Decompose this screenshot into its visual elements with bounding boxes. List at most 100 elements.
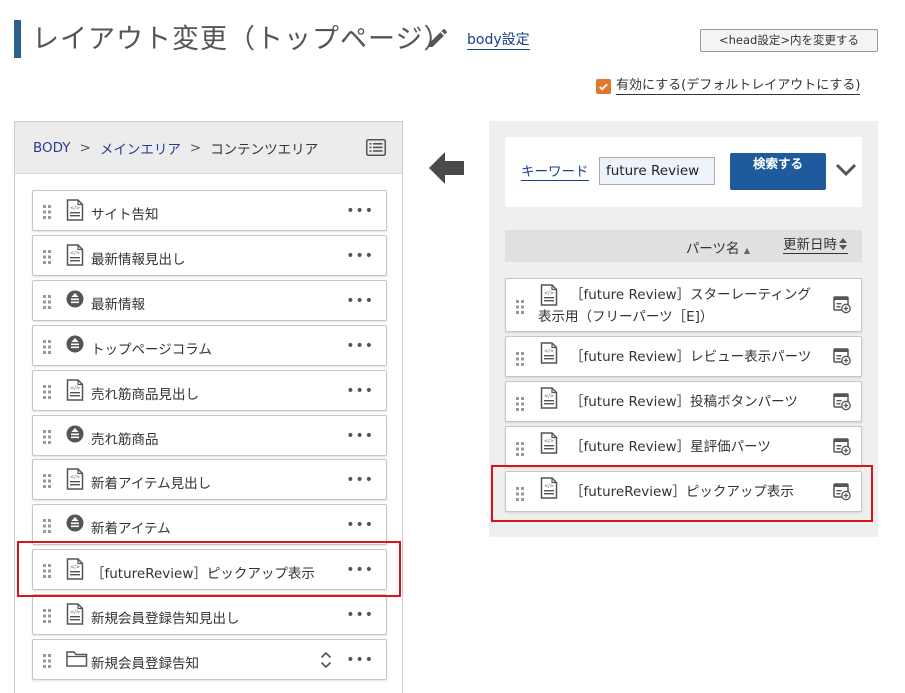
search-result-item[interactable]: </> ［future Review］レビュー表示パーツ [505,336,862,377]
component-circle-icon [66,513,84,535]
chevron-down-icon[interactable] [835,159,857,179]
svg-text:</>: </> [70,475,80,481]
more-options-button[interactable]: ••• [346,383,374,399]
layout-part-item[interactable]: 売れ筋商品 ••• [32,414,387,456]
html-file-icon: </> [540,432,558,454]
breadcrumb-separator: > [79,139,91,156]
svg-text:</>: </> [70,610,80,616]
drag-handle-icon[interactable] [43,608,51,624]
search-box: キーワード 検索する [505,137,862,207]
more-options-button[interactable]: ••• [346,248,374,264]
drag-handle-icon[interactable] [43,249,51,264]
search-result-label: ［future Review］投稿ボタンパーツ [570,394,798,410]
layout-part-label: 売れ筋商品見出し [91,386,199,403]
layout-part-label: 最新情報 [91,296,145,313]
layout-part-label: 新規会員登録告知見出し [91,611,240,628]
svg-text:</>: </> [544,349,554,355]
layout-panel: BODY > メインエリア > コンテンツエリア </> サイト告知 ••• </> 最… [14,121,403,693]
svg-text:</>: </> [544,439,554,445]
more-options-button[interactable]: ••• [346,517,374,533]
enable-checkbox[interactable] [596,79,611,94]
sort-by-name[interactable]: パーツ名 ▲ [686,237,750,257]
html-file-icon: </> [66,244,84,266]
component-circle-icon [66,334,84,356]
sort-by-date[interactable]: 更新日時 [783,237,848,254]
layout-part-item[interactable]: トップページコラム ••• [32,324,387,366]
layout-part-item[interactable]: </> 新着アイテム見出し ••• [32,459,387,501]
svg-text:</>: </> [70,385,80,391]
drag-handle-icon[interactable] [43,294,51,309]
body-settings-link[interactable]: body設定 [467,31,530,50]
sort-name-label: パーツ名 [685,241,740,257]
head-settings-button[interactable]: <head設定>内を変更する [700,29,878,52]
html-file-icon: </> [66,378,84,401]
sort-date-label: 更新日時 [783,237,837,253]
drag-handle-icon[interactable] [516,351,524,366]
search-result-item[interactable]: </> ［future Review］投稿ボタンパーツ [505,381,862,422]
highlight-right-pickup [491,465,873,522]
layout-part-item[interactable]: 新着アイテム ••• [32,504,387,546]
enable-label[interactable]: 有効にする(デフォルトレイアウトにする) [616,78,861,95]
drag-handle-icon[interactable] [43,653,51,668]
layout-part-label: 最新情報見出し [91,251,186,268]
drag-handle-icon[interactable] [43,473,51,489]
list-view-icon[interactable] [366,139,386,156]
layout-part-label: 新規会員登録告知 [91,656,199,672]
drag-handle-icon[interactable] [43,339,51,354]
html-file-icon: </> [540,342,558,364]
highlight-left-pickup [17,541,401,597]
layout-part-label: サイト告知 [91,207,159,223]
html-file-icon: </> [66,603,84,625]
keyword-input[interactable] [599,157,715,185]
more-options-button[interactable]: ••• [346,652,374,668]
search-result-label: ［future Review］星評価パーツ [570,439,771,455]
folder-icon [66,648,88,670]
layout-part-label: トップページコラム [91,341,212,358]
add-part-icon[interactable] [833,348,851,366]
breadcrumb-body[interactable]: BODY [33,140,71,156]
add-part-icon[interactable] [833,438,851,456]
more-options-button[interactable]: ••• [346,428,374,444]
layout-part-item[interactable]: </> サイト告知 ••• [32,190,387,231]
component-circle-icon [66,424,84,446]
more-options-button[interactable]: ••• [346,293,374,309]
search-result-label: ［future Review］スターレーティング表示用（フリーパーツ［E]） [538,287,811,325]
sort-toggle-icon [839,238,847,250]
breadcrumb-main-area[interactable]: メインエリア [100,138,181,158]
drag-handle-icon[interactable] [43,429,51,444]
drag-handle-icon[interactable] [516,396,524,411]
expand-collapse-icon[interactable] [320,651,332,669]
title-accent-bar [14,20,21,58]
layout-part-item[interactable]: </> 新規会員登録告知見出し ••• [32,594,387,636]
more-options-button[interactable]: ••• [346,338,374,354]
layout-part-item[interactable]: 新規会員登録告知 ••• [32,639,387,680]
drag-handle-icon[interactable] [43,518,51,534]
layout-part-label: 売れ筋商品 [91,431,159,448]
component-circle-icon [66,289,84,311]
sort-asc-icon: ▲ [743,246,750,255]
layout-part-item[interactable]: </> 最新情報見出し ••• [32,234,387,276]
add-part-icon[interactable] [833,296,851,314]
drag-handle-icon[interactable] [516,441,524,456]
drag-handle-icon[interactable] [43,204,51,219]
layout-part-label: 新着アイテム見出し [91,476,212,493]
layout-part-item[interactable]: </> 売れ筋商品見出し ••• [32,369,387,411]
search-button[interactable]: 検索する [730,153,826,190]
pencil-icon[interactable] [426,26,450,50]
enable-default-layout[interactable]: 有効にする(デフォルトレイアウトにする) [596,78,861,95]
svg-text:</>: </> [70,206,80,212]
more-options-button[interactable]: ••• [346,472,374,488]
add-part-icon[interactable] [833,393,851,411]
more-options-button[interactable]: ••• [346,203,374,219]
drag-handle-icon[interactable] [43,384,51,399]
search-result-item[interactable]: </> ［future Review］星評価パーツ [505,426,862,467]
search-result-item[interactable]: </> ［future Review］スターレーティング表示用（フリーパーツ［E]… [505,278,862,332]
keyword-label[interactable]: キーワード [521,164,589,181]
arrow-left-icon [429,152,464,184]
svg-text:</>: </> [70,250,80,256]
layout-part-item[interactable]: 最新情報 ••• [32,279,387,321]
drag-handle-icon[interactable] [516,299,524,314]
breadcrumb: BODY > メインエリア > コンテンツエリア [15,122,402,174]
more-options-button[interactable]: ••• [346,607,374,623]
breadcrumb-contents-area: コンテンツエリア [210,141,319,158]
